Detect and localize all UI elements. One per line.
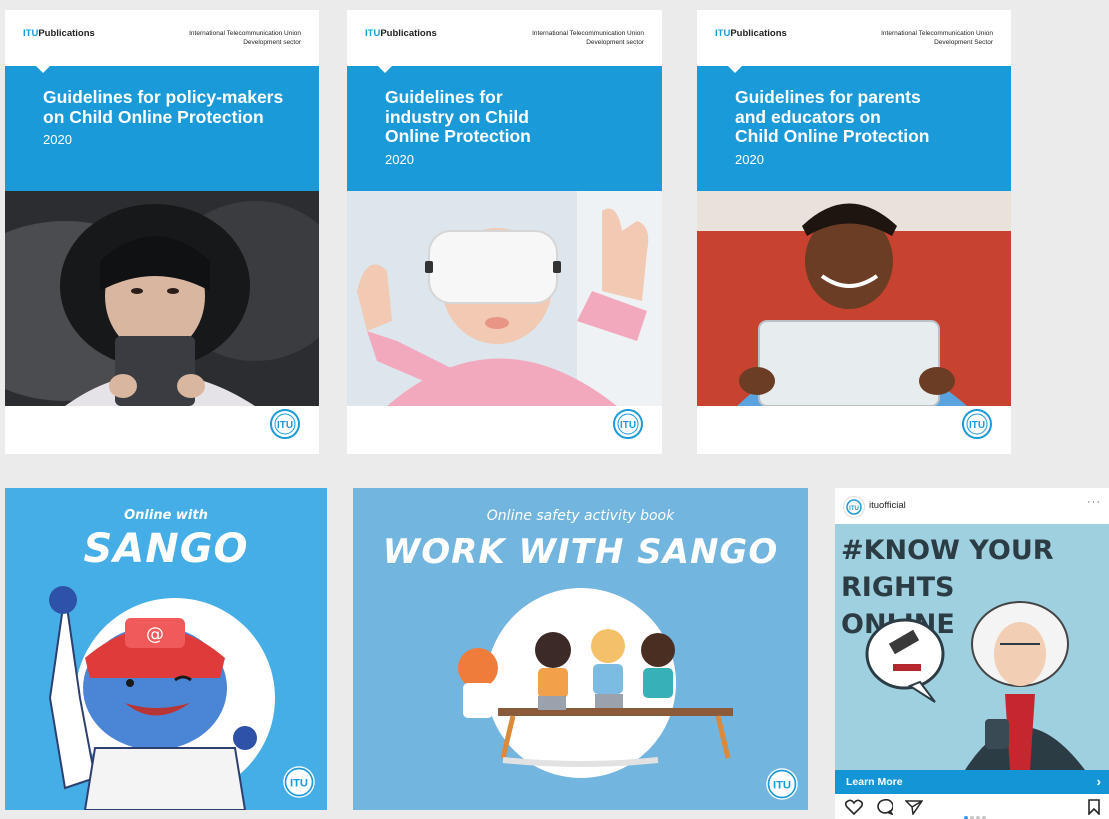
username[interactable]: ituofficial [869,500,906,511]
heart-icon[interactable] [845,799,863,815]
cover-photo-child-with-phone [5,191,319,406]
cover-year: 2020 [735,151,764,167]
tile-work-with-sango[interactable]: Online safety activity book WORK WITH SA… [353,488,808,810]
itu-logo-icon: ITU [613,409,643,439]
svg-text:ITU: ITU [773,780,791,792]
post-image[interactable]: #KNOW YOUR RIGHTS ONLINE [835,524,1109,770]
cover-title: Guidelines for policy-makers on Child On… [43,87,298,150]
post-header: ITU ituofficial ··· [835,488,1109,524]
share-icon[interactable] [905,799,923,815]
cover-industry[interactable]: ITUPublications International Telecommun… [347,10,662,454]
itu-logo-icon: ITU [962,409,992,439]
svg-text:@: @ [146,624,164,645]
cover-header: ITUPublications International Telecommun… [697,10,1011,66]
cover-policy-makers[interactable]: ITUPublications International Telecommun… [5,10,319,454]
cover-header: ITUPublications International Telecommun… [347,10,662,66]
sango-character-illustration: @ [48,586,275,810]
itu-logo-icon: ITU [283,766,315,798]
tile-title: WORK WITH SANGO [382,532,779,572]
org-name: International Telecommunication Union Dev… [532,30,644,46]
itu-logo-icon: ITU [766,768,798,800]
tile-subtitle: Online safety activity book [486,508,675,524]
tile-subtitle: Online with [124,508,208,523]
bookmark-icon[interactable] [1087,799,1101,815]
avatar[interactable]: ITU [843,496,865,518]
cover-photo-child-with-vr [347,191,662,406]
cover-header: ITUPublications International Telecommun… [5,10,319,66]
cover-year: 2020 [385,151,414,167]
more-options-icon[interactable]: ··· [1087,496,1101,508]
svg-text:ITU: ITU [620,420,636,431]
cover-parents-educators[interactable]: ITUPublications International Telecommun… [697,10,1011,454]
cover-title: Guidelines for parents and educators on … [735,87,990,169]
publisher-logo: ITUPublications [715,28,787,39]
tile-online-with-sango[interactable]: Online with SANGO @ ITU [5,488,327,810]
carousel-indicator [964,807,988,819]
judge-illustration [865,601,1085,770]
publisher-logo: ITUPublications [23,28,95,39]
svg-text:ITU: ITU [290,778,308,790]
cover-photo-child-with-tablet [697,191,1011,406]
title-band: Guidelines for industry on Child Online … [347,65,662,191]
svg-text:ITU: ITU [969,420,985,431]
post-actions [835,794,1109,819]
svg-text:ITU: ITU [849,506,859,512]
org-name: International Telecommunication Union Dev… [189,30,301,46]
svg-text:ITU: ITU [277,420,293,431]
learn-more-button[interactable]: Learn More › [835,770,1109,794]
children-at-table-illustration [458,588,733,778]
publisher-logo: ITUPublications [365,28,437,39]
cover-title: Guidelines for industry on Child Online … [385,87,640,169]
comment-icon[interactable] [875,799,893,815]
instagram-post[interactable]: ITU ituofficial ··· #KNOW YOUR RIGHTS ON… [835,488,1109,819]
cover-year: 2020 [43,132,72,147]
title-band: Guidelines for policy-makers on Child On… [5,65,319,191]
title-band: Guidelines for parents and educators on … [697,65,1011,191]
chevron-right-icon: › [1096,774,1101,789]
itu-logo-icon: ITU [270,409,300,439]
org-name: International Telecommunication Union Dev… [881,30,993,46]
tile-title: SANGO [83,526,249,572]
